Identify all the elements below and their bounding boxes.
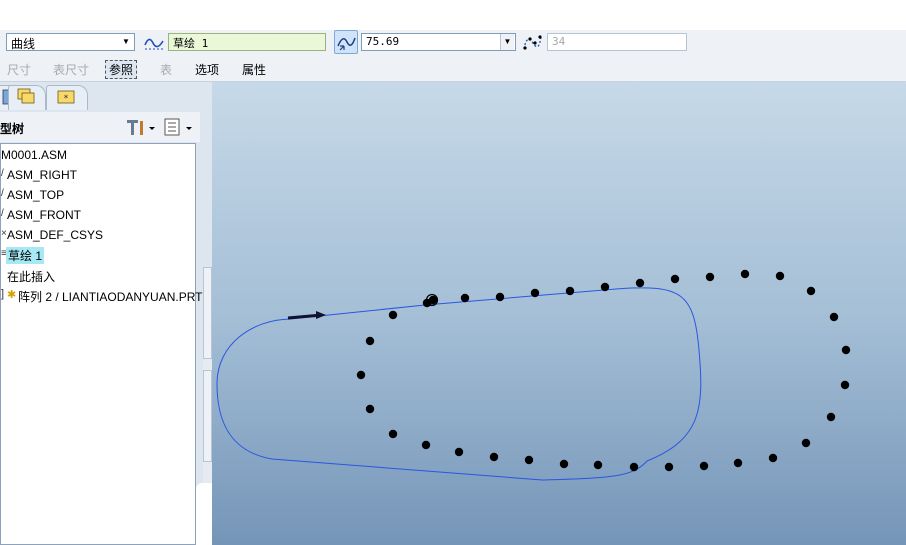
show-menu-icon[interactable] (162, 117, 196, 137)
member-count-value: 34 (552, 35, 566, 48)
pattern-point-28[interactable] (421, 440, 431, 450)
model-tree-panel: * 型树 M0001.ASM / ASM_RIGHT / ASM_TOP / A… (0, 82, 212, 545)
pattern-point-18[interactable] (768, 453, 778, 463)
model-tree: M0001.ASM / ASM_RIGHT / ASM_TOP / ASM_FR… (0, 143, 202, 545)
sketch-reference-field[interactable]: 草绘 1 (168, 33, 326, 51)
svg-text:*: * (64, 94, 69, 104)
pattern-point-14[interactable] (841, 345, 851, 355)
pattern-point-27[interactable] (454, 447, 464, 457)
member-count-field[interactable]: 34 (547, 33, 687, 51)
nav-tab-favorites[interactable]: * (46, 85, 88, 110)
spacing-value: 75.69 (366, 35, 400, 48)
pattern-point-22[interactable] (629, 462, 639, 472)
pattern-point-15[interactable] (840, 380, 850, 390)
pattern-point-17[interactable] (801, 438, 811, 448)
pattern-point-2[interactable] (460, 293, 470, 303)
pattern-point-25[interactable] (524, 455, 534, 465)
pattern-point-34[interactable] (428, 295, 438, 305)
model-tree-header: 型树 (0, 112, 200, 142)
pattern-point-9[interactable] (705, 272, 715, 282)
member-count-icon[interactable] (521, 31, 543, 53)
arrowhead-icon (316, 311, 326, 319)
title-bar-strip (0, 0, 906, 30)
pattern-point-21[interactable] (664, 462, 674, 472)
pattern-point-30[interactable] (365, 404, 375, 414)
navigator-tabs: * (0, 82, 212, 110)
graphics-window[interactable] (212, 82, 906, 545)
nav-tab-folder-browser[interactable] (8, 85, 46, 110)
expand-icon[interactable]: ] (1, 288, 4, 300)
pattern-point-12[interactable] (806, 286, 816, 296)
datum-plane-icon: / (1, 188, 4, 199)
datum-plane-icon: / (1, 168, 4, 179)
pattern-point-6[interactable] (600, 282, 610, 292)
datum-plane-icon: / (1, 208, 4, 219)
curve-pattern-icon[interactable] (143, 31, 165, 53)
panel-corner (196, 483, 212, 545)
model-tree-title: 型树 (0, 122, 25, 136)
tab-references[interactable]: 参照 (105, 60, 138, 79)
tab-options[interactable]: 选项 (195, 61, 219, 78)
pattern-point-7[interactable] (635, 278, 645, 288)
sash-collapse-button[interactable] (203, 267, 212, 359)
pattern-point-11[interactable] (775, 271, 785, 281)
chevron-down-icon[interactable]: ▼ (500, 34, 514, 50)
chevron-down-icon[interactable]: ▼ (119, 35, 133, 49)
spacing-mode-toggle[interactable] (334, 30, 358, 54)
pattern-point-31[interactable] (356, 370, 366, 380)
reference-type-value: 曲线 (11, 37, 36, 51)
pattern-member-points (356, 269, 851, 472)
pattern-point-4[interactable] (530, 288, 540, 298)
pattern-point-10[interactable] (740, 269, 750, 279)
coordinate-system-icon: × (1, 228, 7, 239)
pattern-point-26[interactable] (489, 452, 499, 462)
model-viewport[interactable] (212, 82, 906, 545)
pattern-point-33[interactable] (388, 310, 398, 320)
spacing-value-input[interactable]: 75.69 ▼ (361, 33, 516, 51)
reference-type-dropdown[interactable]: 曲线 ▼ (6, 33, 135, 51)
pattern-point-24[interactable] (559, 459, 569, 469)
tab-table-dimensions[interactable]: 表尺寸 (53, 61, 89, 78)
favorites-folder-icon: * (57, 90, 75, 104)
sketch-reference-value: 草绘 1 (173, 37, 209, 50)
pattern-point-16[interactable] (826, 412, 836, 422)
pattern-point-32[interactable] (365, 336, 375, 346)
pattern-point-5[interactable] (565, 286, 575, 296)
pattern-point-23[interactable] (593, 460, 603, 470)
sash-expand-button[interactable] (203, 370, 212, 462)
pattern-point-13[interactable] (829, 312, 839, 322)
pattern-point-29[interactable] (388, 429, 398, 439)
tab-dimensions[interactable]: 尺寸 (7, 61, 31, 78)
tab-table[interactable]: 表 (160, 61, 172, 78)
pattern-point-20[interactable] (699, 461, 709, 471)
tab-properties[interactable]: 属性 (242, 61, 266, 78)
pattern-point-8[interactable] (670, 274, 680, 284)
pattern-dashboard: 曲线 ▼ 草绘 1 75.69 ▼ 34 尺寸 表尺寸 参照 表 选项 属性 (0, 30, 906, 82)
pattern-point-3[interactable] (495, 292, 505, 302)
pattern-point-19[interactable] (733, 458, 743, 468)
folder-browser-icon (17, 88, 35, 104)
pattern-feature-icon: ✱ (7, 289, 17, 301)
dashboard-tabs: 尺寸 表尺寸 参照 表 选项 属性 (0, 60, 400, 80)
settings-tools-icon[interactable] (124, 117, 156, 137)
spacing-icon (337, 37, 356, 51)
